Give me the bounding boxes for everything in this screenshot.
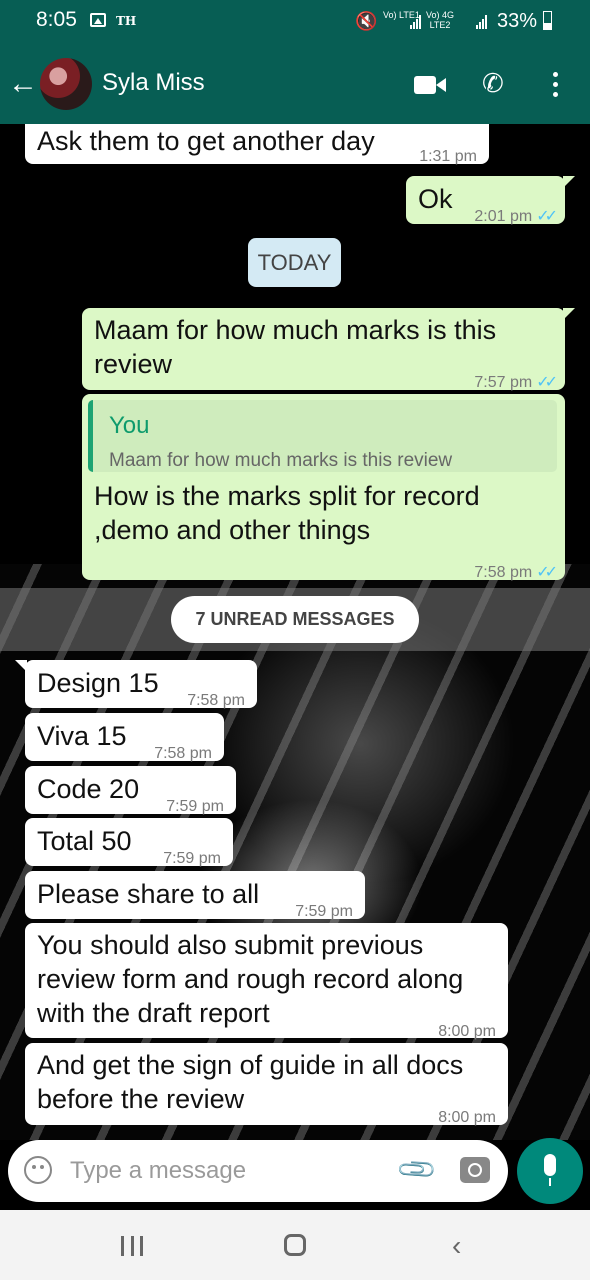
status-time: 8:05 [36,8,77,31]
quote-text: Maam for how much marks is this review [109,450,453,471]
message-incoming[interactable]: You should also submit previous review f… [25,923,508,1040]
message-text: Total 50 [37,826,132,856]
emoji-icon[interactable] [24,1156,52,1184]
message-incoming[interactable]: Total 50 7:59 pm [25,818,233,867]
gallery-notification-icon [90,13,106,27]
message-incoming[interactable]: Viva 15 7:58 pm [25,713,224,762]
video-call-icon[interactable] [414,76,446,94]
home-icon[interactable] [284,1234,306,1256]
mute-icon: 🔇 [355,11,378,31]
message-input[interactable]: Type a message [70,1157,246,1185]
message-text: Please share to all [37,879,260,909]
camera-icon[interactable] [460,1157,490,1183]
status-bar: 8:05 TH 🔇 Vo) LTE1 Vo) 4G LTE2 33% [0,0,590,44]
quoted-message[interactable]: You Maam for how much marks is this revi… [88,400,557,472]
message-time: 2:01 pm [474,208,533,225]
message-incoming[interactable]: Design 15 7:58 pm [15,660,257,709]
message-incoming[interactable]: Please share to all 7:59 pm [25,871,365,920]
quote-author: You [109,412,150,439]
nav-back-icon[interactable]: ‹ [452,1230,461,1262]
message-outgoing-reply[interactable]: You Maam for how much marks is this revi… [82,394,565,581]
battery-percent: 33% [497,10,538,32]
system-nav-bar: ‹ [0,1210,590,1280]
attach-icon[interactable]: 📎 [395,1147,440,1192]
message-incoming[interactable]: Code 20 7:59 pm [25,766,236,815]
mic-icon [544,1154,556,1176]
signal-icon [476,13,490,29]
message-outgoing[interactable]: Ok 2:01 pm ✓✓ [406,176,575,225]
status-carrier-tag: TH [116,14,137,28]
message-text: Design 15 [37,668,159,698]
signal-icon [410,13,424,29]
message-text: Code 20 [37,774,140,804]
message-text: Ask them to get another day [37,126,375,156]
unread-banner: 7 UNREAD MESSAGES [171,596,419,643]
back-arrow-icon[interactable]: ← [8,66,38,102]
message-text: And get the sign of guide in all docs be… [37,1050,464,1114]
chat-header: ← Syla Miss ✆ [0,44,590,124]
message-outgoing[interactable]: Maam for how much marks is this review 7… [82,308,575,391]
read-ticks-icon: ✓✓ [536,564,558,581]
voice-call-icon[interactable]: ✆ [482,68,504,99]
message-input-bar[interactable]: Type a message 📎 [8,1140,508,1202]
date-divider: TODAY [248,238,341,287]
message-text: How is the marks split for record ,demo … [94,481,480,545]
mic-stand [549,1178,551,1186]
message-time: 7:58 pm [474,564,533,581]
contact-name[interactable]: Syla Miss [102,69,205,97]
chat-area[interactable]: Ask them to get another day 1:31 pm Ok 2… [0,124,590,1140]
sim2-label: Vo) 4G LTE2 [426,10,455,30]
message-incoming[interactable]: And get the sign of guide in all docs be… [25,1043,508,1126]
message-text: Ok [418,184,453,214]
read-ticks-icon: ✓✓ [536,208,558,225]
avatar[interactable] [40,58,92,110]
read-ticks-icon: ✓✓ [536,374,558,391]
recent-apps-icon[interactable] [121,1236,143,1256]
message-time: 8:00 pm [438,1109,496,1126]
message-text: Viva 15 [37,721,127,751]
message-time: 7:57 pm [474,374,533,391]
mic-button[interactable] [517,1138,583,1204]
message-text: You should also submit previous review f… [37,930,464,1028]
battery-icon [543,11,552,30]
more-options-icon[interactable] [553,72,559,102]
message-time: 1:31 pm [419,148,477,165]
message-incoming[interactable]: Ask them to get another day 1:31 pm [25,124,489,165]
